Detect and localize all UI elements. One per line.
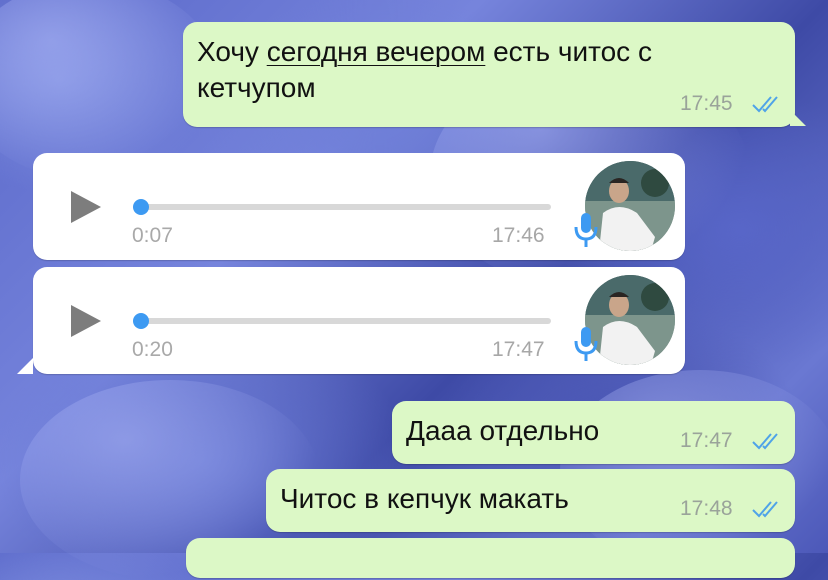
message-time: 17:47 xyxy=(492,338,545,361)
play-icon[interactable] xyxy=(71,191,101,223)
message-time: 17:47 xyxy=(680,429,733,452)
play-icon[interactable] xyxy=(71,305,101,337)
voice-duration: 0:20 xyxy=(132,338,173,361)
voice-progress-track[interactable] xyxy=(133,204,551,210)
voice-progress-knob[interactable] xyxy=(133,199,149,215)
double-check-icon xyxy=(752,501,778,518)
voice-progress-knob[interactable] xyxy=(133,313,149,329)
message-text: Дааа отдельно xyxy=(406,415,600,446)
message-time: 17:45 xyxy=(680,92,733,115)
incoming-voice-message[interactable]: 0:07 17:46 xyxy=(33,153,685,260)
double-check-icon xyxy=(752,96,778,113)
outgoing-message[interactable]: Дааа отдельно 17:47 xyxy=(392,401,795,464)
incoming-voice-message[interactable]: 0:20 17:47 xyxy=(33,267,685,374)
microphone-icon xyxy=(574,213,598,247)
outgoing-message[interactable]: Читос в кепчук макать 17:48 xyxy=(266,469,795,532)
outgoing-message-partial[interactable] xyxy=(186,538,795,578)
message-text: Хочу сегодня вечером есть читос с кетчуп… xyxy=(197,36,652,103)
microphone-icon xyxy=(574,327,598,361)
outgoing-message[interactable]: Хочу сегодня вечером есть читос с кетчуп… xyxy=(183,22,795,127)
voice-progress-track[interactable] xyxy=(133,318,551,324)
message-time: 17:46 xyxy=(492,224,545,247)
voice-duration: 0:07 xyxy=(132,224,173,247)
message-time: 17:48 xyxy=(680,497,733,520)
double-check-icon xyxy=(752,433,778,450)
bubble-tail xyxy=(17,358,33,374)
message-text: Читос в кепчук макать xyxy=(280,483,569,514)
date-link[interactable]: сегодня вечером xyxy=(267,36,486,67)
